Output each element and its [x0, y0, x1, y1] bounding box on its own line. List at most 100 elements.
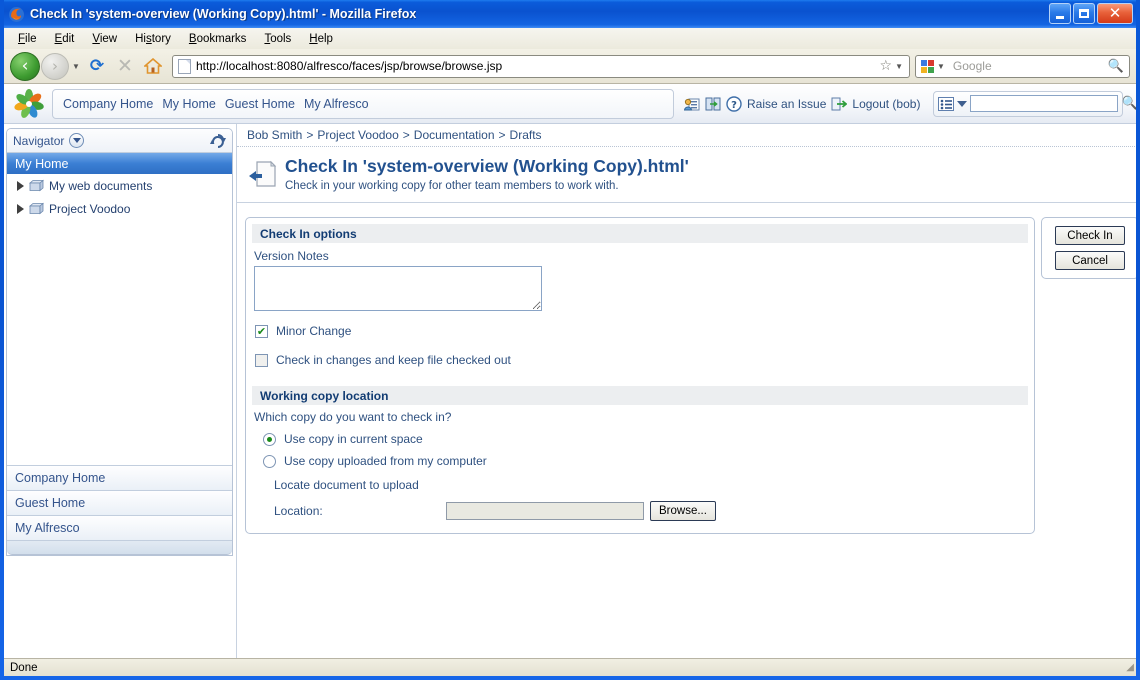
document-back-icon: [247, 159, 279, 189]
svg-text:?: ?: [731, 100, 737, 111]
sidebar-selected-space[interactable]: My Home: [7, 153, 232, 174]
navigator-panel: Navigator My Home My web documents Proje…: [6, 128, 233, 556]
shortcut-company-home[interactable]: Company Home: [63, 97, 153, 111]
menu-help[interactable]: Help: [300, 31, 342, 47]
chevron-down-icon[interactable]: [957, 100, 968, 107]
version-notes-input[interactable]: [254, 266, 542, 311]
google-icon[interactable]: [920, 59, 935, 74]
browser-window: Check In 'system-overview (Working Copy)…: [0, 0, 1140, 680]
menu-view[interactable]: View: [83, 31, 126, 47]
breadcrumb-separator: >: [498, 128, 506, 142]
space-icon: [28, 202, 45, 215]
chevron-down-icon[interactable]: ▼: [69, 62, 83, 71]
breadcrumb-item-drafts[interactable]: Drafts: [510, 128, 542, 142]
option-current-space-radio[interactable]: [263, 432, 276, 446]
check-in-button[interactable]: Check In: [1055, 226, 1125, 245]
chevron-down-icon[interactable]: ▼: [895, 62, 907, 71]
firefox-icon: [8, 6, 25, 23]
logout-link[interactable]: Logout (bob): [852, 97, 920, 111]
alfresco-search-box: 🔍: [933, 90, 1136, 117]
sidebar-link-my-alfresco[interactable]: My Alfresco: [7, 516, 232, 541]
help-icon[interactable]: ?: [726, 95, 742, 112]
open-in-window-icon[interactable]: [705, 96, 721, 112]
star-icon[interactable]: ☆: [877, 58, 896, 74]
option-current-space-row[interactable]: Use copy in current space: [246, 428, 1034, 450]
forward-arrow-icon[interactable]: ›: [41, 52, 69, 80]
keep-checked-out-row[interactable]: Check in changes and keep file checked o…: [246, 348, 1034, 372]
chevron-down-circle-icon[interactable]: [69, 133, 85, 148]
chevron-down-icon[interactable]: ▼: [937, 62, 949, 71]
sidebar-tree-item-project-voodoo[interactable]: Project Voodoo: [7, 197, 232, 220]
sidebar-tree-label[interactable]: Project Voodoo: [49, 202, 130, 216]
logout-icon[interactable]: [831, 96, 848, 112]
collapsed-arrow-icon[interactable]: [17, 203, 24, 214]
magnifier-icon[interactable]: 🔍: [1108, 59, 1127, 74]
refresh-icon[interactable]: [210, 133, 226, 149]
stop-icon[interactable]: ✕: [112, 53, 138, 79]
checkin-form-area: Check In options Version Notes Minor Cha…: [237, 203, 1136, 658]
form-actions-panel: Check In Cancel: [1041, 217, 1136, 279]
shortcut-my-home[interactable]: My Home: [162, 97, 215, 111]
shortcut-my-alfresco[interactable]: My Alfresco: [304, 97, 369, 111]
sidebar-link-guest-home[interactable]: Guest Home: [7, 491, 232, 516]
title-bar: Check In 'system-overview (Working Copy)…: [4, 0, 1136, 28]
keep-checked-out-checkbox[interactable]: [255, 353, 268, 367]
page-body: Navigator My Home My web documents Proje…: [4, 124, 1136, 658]
sidebar: Navigator My Home My web documents Proje…: [4, 124, 236, 658]
browse-button[interactable]: Browse...: [650, 501, 716, 521]
user-profile-icon[interactable]: [683, 96, 700, 112]
maximize-button[interactable]: [1073, 3, 1095, 24]
minimize-button[interactable]: [1049, 3, 1071, 24]
url-bar[interactable]: http://localhost:8080/alfresco/faces/jsp…: [172, 54, 910, 78]
alfresco-search-input[interactable]: [970, 95, 1119, 112]
section-header-working-copy-location: Working copy location: [252, 386, 1028, 405]
sidebar-tree-label[interactable]: My web documents: [49, 179, 152, 193]
browser-search-bar[interactable]: ▼ Google 🔍: [915, 54, 1130, 78]
breadcrumb-separator: >: [402, 128, 410, 142]
shortcut-guest-home[interactable]: Guest Home: [225, 97, 295, 111]
status-text: Done: [10, 661, 38, 674]
minor-change-label: Minor Change: [276, 324, 352, 338]
home-shortcuts-bar: Company Home My Home Guest Home My Alfre…: [52, 88, 674, 119]
keep-checked-out-label: Check in changes and keep file checked o…: [276, 353, 511, 367]
url-text[interactable]: http://localhost:8080/alfresco/faces/jsp…: [196, 59, 877, 73]
back-arrow-icon[interactable]: ‹: [10, 51, 40, 81]
search-options-icon[interactable]: [938, 96, 955, 111]
menu-tools[interactable]: Tools: [255, 31, 300, 47]
magnifier-icon[interactable]: 🔍: [1121, 96, 1136, 111]
main-content: Bob Smith > Project Voodoo > Documentati…: [236, 124, 1136, 658]
minor-change-checkbox[interactable]: [255, 324, 268, 338]
maximize-icon: [1079, 9, 1089, 18]
collapsed-arrow-icon[interactable]: [17, 180, 24, 191]
minor-change-row[interactable]: Minor Change: [246, 319, 1034, 343]
option-upload-radio[interactable]: [263, 454, 276, 468]
close-button[interactable]: ✕: [1097, 3, 1133, 24]
location-input[interactable]: [446, 502, 644, 520]
navigator-panel-header: Navigator: [7, 129, 232, 153]
raise-issue-link[interactable]: Raise an Issue: [747, 97, 826, 111]
sidebar-tree-item-my-web-documents[interactable]: My web documents: [7, 174, 232, 197]
menu-bar: File Edit View History Bookmarks Tools H…: [4, 28, 1136, 49]
browser-search-input[interactable]: Google: [949, 59, 1108, 73]
menu-file[interactable]: File: [9, 31, 46, 47]
breadcrumb-item-bob-smith[interactable]: Bob Smith: [247, 128, 302, 142]
resize-grip-icon[interactable]: ◢: [1126, 662, 1134, 673]
version-notes-label: Version Notes: [254, 249, 329, 263]
menu-history[interactable]: History: [126, 31, 180, 47]
option-upload-row[interactable]: Use copy uploaded from my computer: [246, 450, 1034, 472]
location-row: Location: Browse...: [246, 501, 1034, 521]
window-controls: ✕: [1049, 3, 1133, 24]
navigation-toolbar: ‹ › ▼ ⟳ ✕ http://localhost:8080/alfresco…: [4, 49, 1136, 84]
menu-bookmarks[interactable]: Bookmarks: [180, 31, 256, 47]
minimize-icon: [1056, 15, 1064, 19]
menu-edit[interactable]: Edit: [46, 31, 84, 47]
space-icon: [28, 179, 45, 192]
breadcrumb-item-project-voodoo[interactable]: Project Voodoo: [317, 128, 398, 142]
cancel-button[interactable]: Cancel: [1055, 251, 1125, 270]
header-tools: ? Raise an Issue Logout (bob) 🔍: [683, 90, 1136, 117]
breadcrumb-item-documentation[interactable]: Documentation: [414, 128, 495, 142]
home-icon[interactable]: [140, 53, 166, 79]
sidebar-link-company-home[interactable]: Company Home: [7, 466, 232, 491]
sidebar-links: Company Home Guest Home My Alfresco: [7, 465, 232, 541]
reload-icon[interactable]: ⟳: [84, 53, 110, 79]
